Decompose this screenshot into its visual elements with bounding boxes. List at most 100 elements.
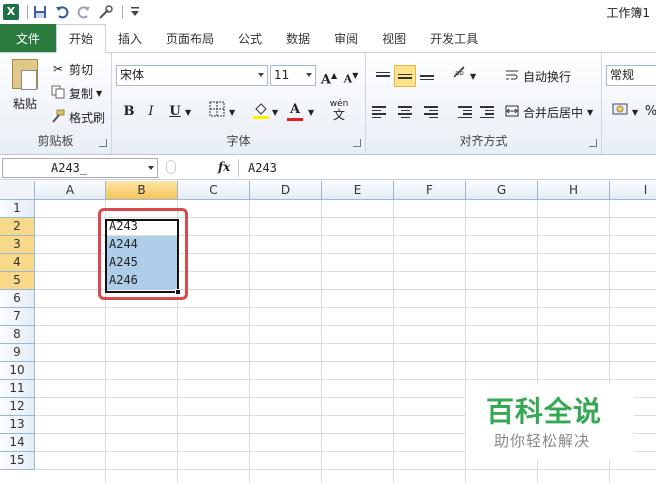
font-color-swatch xyxy=(287,118,303,121)
tab-formulas[interactable]: 公式 xyxy=(226,24,274,52)
tab-home[interactable]: 开始 xyxy=(56,24,107,53)
row-header-7[interactable]: 7 xyxy=(0,308,35,326)
tab-page-layout[interactable]: 页面布局 xyxy=(154,24,226,52)
formula-input[interactable]: A243 xyxy=(248,161,277,175)
accounting-format-button[interactable] xyxy=(610,101,632,123)
dialog-launcher-icon[interactable] xyxy=(589,139,597,147)
shrink-font-icon: A xyxy=(343,72,353,86)
column-header-e[interactable]: E xyxy=(322,181,394,200)
insert-function-icon[interactable]: fx xyxy=(218,160,230,174)
select-all-corner[interactable] xyxy=(0,181,35,200)
font-size-value: 11 xyxy=(274,68,290,82)
chevron-down-icon[interactable] xyxy=(148,166,154,170)
paste-icon xyxy=(12,59,38,90)
font-size-select[interactable]: 11 xyxy=(270,65,316,86)
number-format-value: 常规 xyxy=(610,68,635,82)
column-header-d[interactable]: D xyxy=(250,181,322,200)
chevron-down-icon xyxy=(306,73,312,77)
dialog-launcher-icon[interactable] xyxy=(99,139,107,147)
column-header-g[interactable]: G xyxy=(466,181,538,200)
italic-button[interactable]: I xyxy=(140,101,162,123)
orientation-button[interactable]: ab xyxy=(450,65,472,87)
title-bar: X 工作簿1 xyxy=(0,0,656,24)
font-name-value: 宋体 xyxy=(120,68,145,82)
fill-color-button[interactable] xyxy=(250,101,272,123)
tab-developer[interactable]: 开发工具 xyxy=(418,24,490,52)
row-header-5[interactable]: 5 xyxy=(0,272,35,290)
customize-icon[interactable] xyxy=(97,3,115,21)
number-format-select[interactable]: 常规 xyxy=(606,65,656,86)
chevron-down-icon[interactable]: ▼ xyxy=(632,108,638,117)
row-header-14[interactable]: 14 xyxy=(0,434,35,452)
font-name-select[interactable]: 宋体 xyxy=(116,65,268,86)
align-top-button[interactable] xyxy=(372,65,394,87)
number-group: 常规 ▼ % xyxy=(602,53,656,153)
align-middle-button[interactable] xyxy=(394,65,416,87)
qat-dropdown-icon[interactable] xyxy=(126,3,144,21)
row-header-15[interactable]: 15 xyxy=(0,452,35,470)
font-group: 宋体 11 A▲ A▼ B I U ▼ ▼ ▼ A ▼ wén 文 字体 xyxy=(112,53,366,153)
increase-indent-button[interactable] xyxy=(472,101,494,123)
copy-button[interactable]: 复制 ▼ xyxy=(50,83,102,103)
divider xyxy=(238,159,239,177)
row-header-2[interactable]: 2 xyxy=(0,218,35,236)
wrap-text-button[interactable]: 自动换行 xyxy=(504,66,571,86)
row-header-11[interactable]: 11 xyxy=(0,380,35,398)
column-header-f[interactable]: F xyxy=(394,181,466,200)
format-painter-button[interactable]: 格式刷 xyxy=(50,107,105,127)
phonetic-guide-button[interactable]: wén 文 xyxy=(324,99,354,121)
column-header-h[interactable]: H xyxy=(538,181,610,200)
cut-button[interactable]: ✂ 剪切 xyxy=(50,59,93,79)
excel-logo-icon: X xyxy=(2,3,20,21)
grow-font-icon: A xyxy=(320,72,331,88)
watermark: 百科全说 助你轻松解决 xyxy=(466,384,634,460)
formula-bar: A243_ fx A243 xyxy=(0,156,656,180)
row-header-6[interactable]: 6 xyxy=(0,290,35,308)
chevron-down-icon[interactable]: ▼ xyxy=(470,72,476,81)
align-right-button[interactable] xyxy=(416,101,438,123)
column-header-c[interactable]: C xyxy=(178,181,250,200)
tab-view[interactable]: 视图 xyxy=(370,24,418,52)
chevron-down-icon[interactable]: ▼ xyxy=(272,108,278,117)
paste-button[interactable]: 粘贴 xyxy=(6,59,44,121)
gridline xyxy=(249,200,250,483)
merge-center-button[interactable]: 合并后居中 ▼ xyxy=(504,102,593,122)
column-header-b[interactable]: B xyxy=(106,181,178,200)
tab-insert[interactable]: 插入 xyxy=(106,24,154,52)
row-header-13[interactable]: 13 xyxy=(0,416,35,434)
undo-icon[interactable] xyxy=(53,3,71,21)
underline-button[interactable]: U xyxy=(164,101,186,123)
percent-button[interactable]: % xyxy=(640,101,656,123)
name-box[interactable]: A243_ xyxy=(2,158,158,178)
borders-button[interactable] xyxy=(206,101,228,123)
decrease-indent-button[interactable] xyxy=(450,101,472,123)
name-box-resize-handle[interactable] xyxy=(166,160,176,174)
redo-icon[interactable] xyxy=(75,3,93,21)
tab-file[interactable]: 文件 xyxy=(0,24,56,52)
row-header-8[interactable]: 8 xyxy=(0,326,35,344)
row-header-12[interactable]: 12 xyxy=(0,398,35,416)
font-color-button[interactable]: A xyxy=(284,99,306,121)
save-icon[interactable] xyxy=(31,3,49,21)
shrink-font-button[interactable]: A▼ xyxy=(340,64,362,86)
row-header-1[interactable]: 1 xyxy=(0,200,35,218)
clipboard-group-label: 剪贴板 xyxy=(37,134,74,148)
align-bottom-button[interactable] xyxy=(416,65,438,87)
align-left-button[interactable] xyxy=(372,101,394,123)
gridline xyxy=(35,325,656,326)
tab-data[interactable]: 数据 xyxy=(274,24,322,52)
column-header-a[interactable]: A xyxy=(35,181,106,200)
dialog-launcher-icon[interactable] xyxy=(353,139,361,147)
row-header-9[interactable]: 9 xyxy=(0,344,35,362)
align-center-button[interactable] xyxy=(394,101,416,123)
chevron-down-icon[interactable]: ▼ xyxy=(308,108,314,117)
bold-button[interactable]: B xyxy=(118,101,140,123)
row-header-4[interactable]: 4 xyxy=(0,254,35,272)
grow-font-button[interactable]: A▲ xyxy=(318,64,340,88)
row-header-3[interactable]: 3 xyxy=(0,236,35,254)
chevron-down-icon[interactable]: ▼ xyxy=(229,108,235,117)
chevron-down-icon[interactable]: ▼ xyxy=(185,108,191,117)
row-header-10[interactable]: 10 xyxy=(0,362,35,380)
tab-review[interactable]: 审阅 xyxy=(322,24,370,52)
column-header-i[interactable]: I xyxy=(610,181,656,200)
